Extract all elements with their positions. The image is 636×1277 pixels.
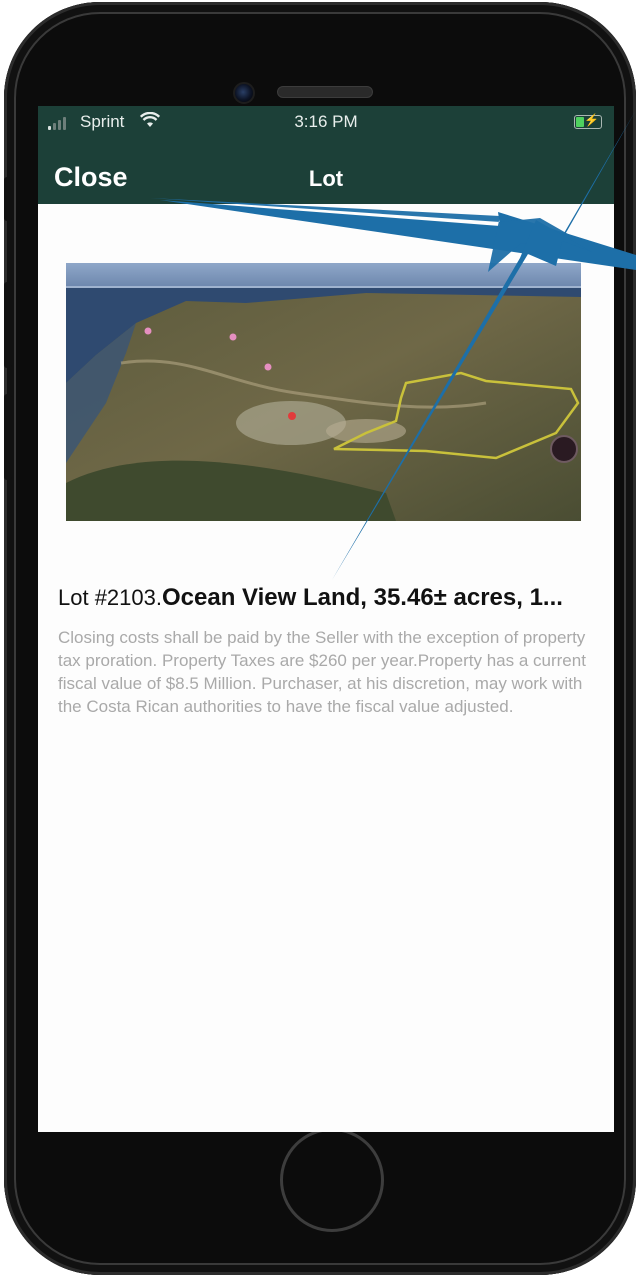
front-camera [233,82,255,104]
nav-bar: Close Lot [38,140,614,204]
lot-name: Ocean View Land, 35.46± acres, 1... [161,584,563,611]
status-bar: Sprint 3:16 PM ⚡ [38,106,614,140]
volume-up-button [4,282,12,368]
battery-charging-icon: ⚡ [574,113,602,129]
aerial-map-image [66,263,581,521]
lot-photo[interactable] [66,263,581,521]
earpiece-speaker [277,86,373,98]
app-screen: Sprint 3:16 PM ⚡ Close Lot Lot #2103.Oce… [38,106,614,1132]
volume-down-button [4,394,12,480]
lot-number: Lot #2103. [58,585,162,610]
page-title: Lot [308,166,344,191]
home-button[interactable] [280,1128,384,1232]
mute-switch [4,177,12,221]
status-time: 3:16 PM [294,112,358,131]
lot-title: Lot #2103.Ocean View Land, 35.46± acres,… [58,584,614,612]
lot-description: Closing costs shall be paid by the Selle… [58,628,586,716]
